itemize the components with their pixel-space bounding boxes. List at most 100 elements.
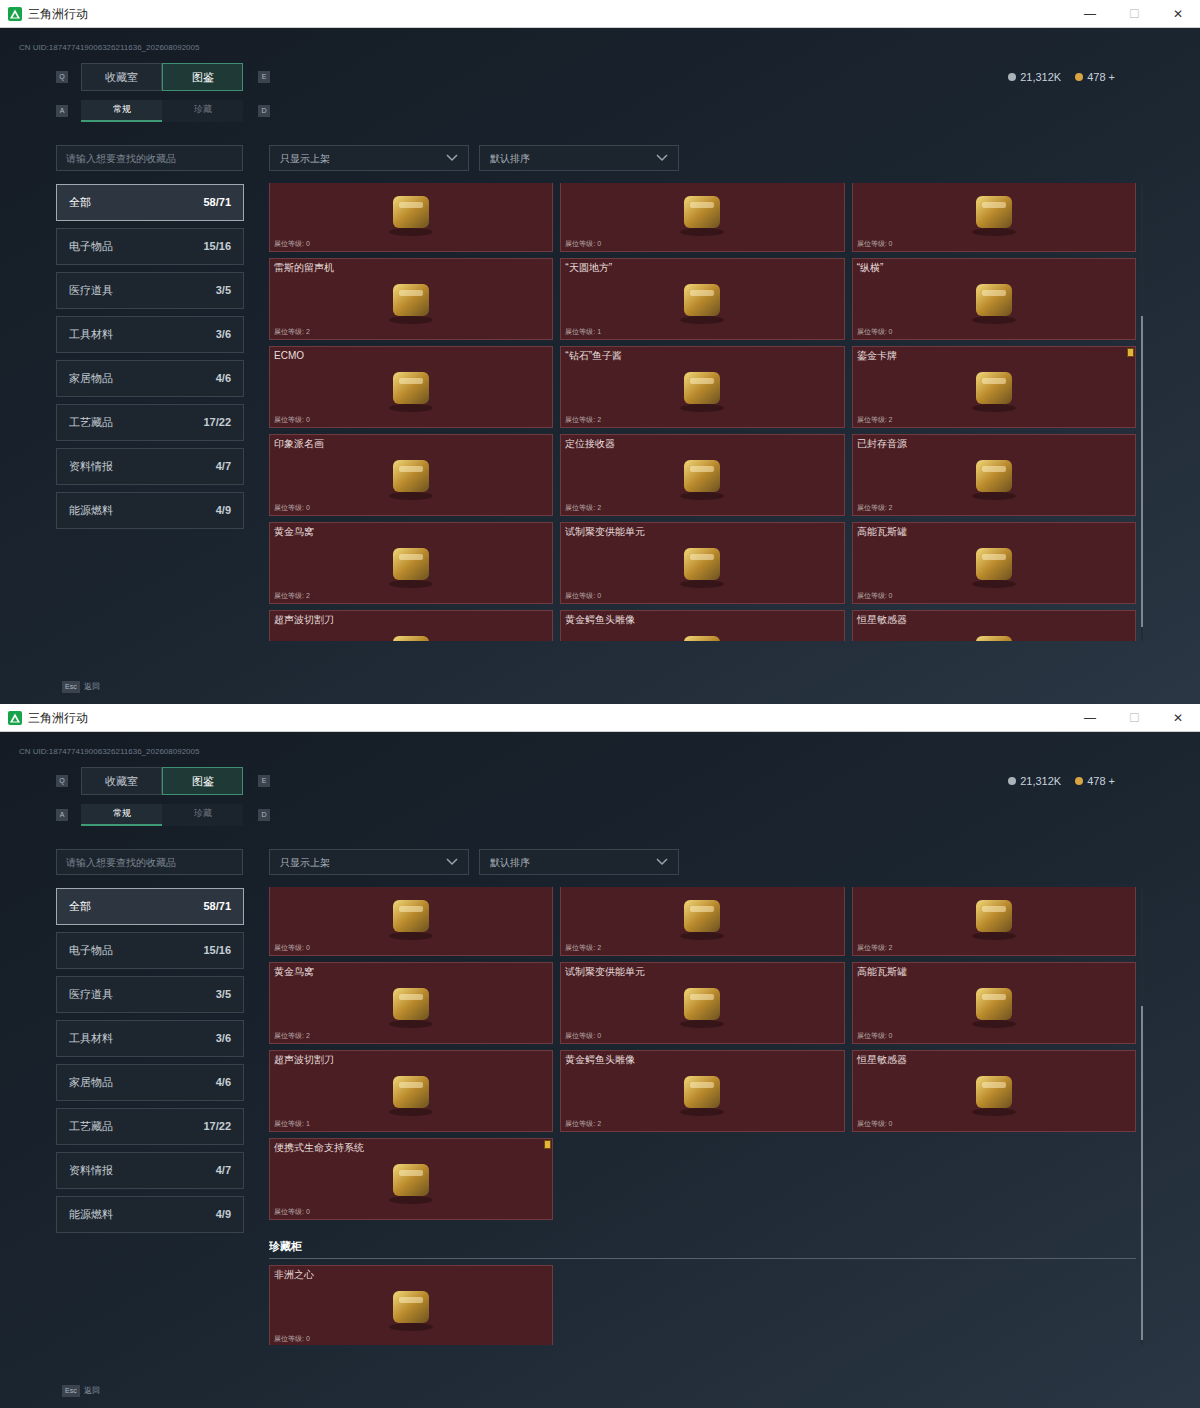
collection-card[interactable]: 展位等级: 2 xyxy=(560,887,844,956)
collection-card[interactable]: 高能瓦斯罐展位等级: 0 xyxy=(852,962,1136,1044)
collection-card[interactable]: 展位等级: 0 xyxy=(269,887,553,956)
top-tab[interactable]: 收藏室 xyxy=(81,767,162,795)
sidebar-item[interactable]: 医疗道具3/5 xyxy=(56,976,244,1013)
filter-dropdown[interactable]: 只显示上架 xyxy=(269,145,469,171)
item-image-icon xyxy=(962,540,1026,590)
back-button[interactable]: 返回 xyxy=(84,1385,100,1397)
item-image-icon xyxy=(670,980,734,1030)
scrollbar[interactable] xyxy=(1141,183,1143,641)
card-name: “天圆地方” xyxy=(561,259,843,275)
category-sidebar: 全部58/71 电子物品15/16 医疗道具3/5 工具材料3/6 家居物品4/6 工艺藏… xyxy=(56,183,244,641)
collection-card[interactable]: 试制聚变供能单元展位等级: 0 xyxy=(560,962,844,1044)
search-field[interactable]: 请输入想要查找的收藏品 xyxy=(56,849,243,875)
sidebar-item[interactable]: 能源燃料4/9 xyxy=(56,492,244,529)
window-control[interactable]: — xyxy=(1068,704,1112,732)
item-image-icon xyxy=(379,540,443,590)
collection-card[interactable]: 黄金鸟窝展位等级: 2 xyxy=(269,962,553,1044)
sidebar-item[interactable]: 全部58/71 xyxy=(56,888,244,925)
card-level: 展位等级: 2 xyxy=(270,327,552,339)
collection-card[interactable]: 展位等级: 0 xyxy=(852,183,1136,252)
sidebar-item[interactable]: 能源燃料4/9 xyxy=(56,1196,244,1233)
collection-card[interactable]: 超声波切割刀 xyxy=(269,610,553,641)
card-level: 展位等级: 2 xyxy=(561,415,843,427)
sidebar-item[interactable]: 家居物品4/6 xyxy=(56,360,244,397)
collection-card[interactable]: 展位等级: 0 xyxy=(560,183,844,252)
collection-card[interactable]: 便携式生命支持系统展位等级: 0 xyxy=(269,1138,553,1220)
card-name: 试制聚变供能单元 xyxy=(561,523,843,539)
item-image-icon xyxy=(962,276,1026,326)
collection-card[interactable]: 超声波切割刀展位等级: 1 xyxy=(269,1050,553,1132)
collection-card[interactable]: 已封存音源展位等级: 2 xyxy=(852,434,1136,516)
window-control[interactable]: ☐ xyxy=(1112,704,1156,732)
sidebar-item[interactable]: 电子物品15/16 xyxy=(56,228,244,265)
collection-card[interactable]: 恒星敏感器展位等级: 0 xyxy=(852,1050,1136,1132)
collection-card[interactable]: “天圆地方”展位等级: 1 xyxy=(560,258,844,340)
collection-card[interactable]: 鎏金卡牌展位等级: 2 xyxy=(852,346,1136,428)
scrollbar-thumb[interactable] xyxy=(1141,316,1143,627)
new-marker-icon xyxy=(1127,348,1134,357)
sidebar-item[interactable]: 全部58/71 xyxy=(56,184,244,221)
collection-card[interactable]: ECMO展位等级: 0 xyxy=(269,346,553,428)
item-image-icon xyxy=(379,276,443,326)
card-level: 展位等级: 2 xyxy=(270,591,552,603)
sidebar-item[interactable]: 工具材料3/6 xyxy=(56,1020,244,1057)
sub-tab[interactable]: 常规 xyxy=(81,804,162,826)
filter-dropdown[interactable]: 默认排序 xyxy=(479,849,679,875)
sidebar-item[interactable]: 工艺藏品17/22 xyxy=(56,1108,244,1145)
card-name xyxy=(270,887,552,891)
top-tab[interactable]: 图鉴 xyxy=(162,767,243,795)
sidebar-item[interactable]: 工具材料3/6 xyxy=(56,316,244,353)
card-name: 恒星敏感器 xyxy=(853,1051,1135,1067)
collection-card[interactable]: 黄金鳄鱼头雕像 xyxy=(560,610,844,641)
window-control[interactable]: ✕ xyxy=(1156,704,1200,732)
item-image-icon xyxy=(962,364,1026,414)
filter-dropdown[interactable]: 默认排序 xyxy=(479,145,679,171)
card-level: 展位等级: 0 xyxy=(853,239,1135,251)
item-image-icon xyxy=(379,980,443,1030)
scrollbar[interactable] xyxy=(1141,887,1143,1345)
scrollbar-thumb[interactable] xyxy=(1141,1006,1143,1340)
collection-card[interactable]: 印象派名画展位等级: 0 xyxy=(269,434,553,516)
search-field[interactable]: 请输入想要查找的收藏品 xyxy=(56,145,243,171)
sidebar-item[interactable]: 电子物品15/16 xyxy=(56,932,244,969)
collection-card[interactable]: 展位等级: 0 xyxy=(269,183,553,252)
sub-tab[interactable]: 常规 xyxy=(81,100,162,122)
sidebar-item[interactable]: 家居物品4/6 xyxy=(56,1064,244,1101)
filter-dropdown[interactable]: 只显示上架 xyxy=(269,849,469,875)
item-image-icon xyxy=(379,1283,443,1333)
window-control[interactable]: — xyxy=(1068,0,1112,28)
collection-card[interactable]: 黄金鸟窝展位等级: 2 xyxy=(269,522,553,604)
collection-card[interactable]: 恒星敏感器 xyxy=(852,610,1136,641)
card-level: 展位等级: 0 xyxy=(270,239,552,251)
collection-card[interactable]: 非洲之心展位等级: 0 xyxy=(269,1265,553,1346)
card-level: 展位等级: 0 xyxy=(561,1031,843,1043)
collection-card[interactable]: 高能瓦斯罐展位等级: 0 xyxy=(852,522,1136,604)
top-tab[interactable]: 收藏室 xyxy=(81,63,162,91)
window-title: 三角洲行动 xyxy=(28,5,88,23)
item-image-icon xyxy=(379,452,443,502)
card-name: 黄金鳄鱼头雕像 xyxy=(561,1051,843,1067)
back-button[interactable]: 返回 xyxy=(84,681,100,693)
window-control[interactable]: ☐ xyxy=(1112,0,1156,28)
collection-card[interactable]: 试制聚变供能单元展位等级: 0 xyxy=(560,522,844,604)
sub-tab[interactable]: 珍藏 xyxy=(162,804,243,826)
sidebar-item[interactable]: 工艺藏品17/22 xyxy=(56,404,244,441)
card-level: 展位等级: 0 xyxy=(853,327,1135,339)
collection-card[interactable]: “钻石”鱼子酱展位等级: 2 xyxy=(560,346,844,428)
collection-card[interactable]: 黄金鳄鱼头雕像展位等级: 2 xyxy=(560,1050,844,1132)
sub-tab[interactable]: 珍藏 xyxy=(162,100,243,122)
window-control[interactable]: ✕ xyxy=(1156,0,1200,28)
collection-card[interactable]: 定位接收器展位等级: 2 xyxy=(560,434,844,516)
card-level: 展位等级: 2 xyxy=(561,503,843,515)
game-screen: CN UID:187477419006326211636_20260809200… xyxy=(0,28,1200,704)
collection-card[interactable]: “纵横”展位等级: 0 xyxy=(852,258,1136,340)
sidebar-item[interactable]: 资料情报4/7 xyxy=(56,448,244,485)
top-tab[interactable]: 图鉴 xyxy=(162,63,243,91)
sidebar-item[interactable]: 资料情报4/7 xyxy=(56,1152,244,1189)
collection-card[interactable]: 雷斯的留声机展位等级: 2 xyxy=(269,258,553,340)
sidebar-item[interactable]: 医疗道具3/5 xyxy=(56,272,244,309)
collection-card[interactable]: 展位等级: 2 xyxy=(852,887,1136,956)
key-hint: D xyxy=(258,809,270,821)
item-image-icon xyxy=(670,188,734,238)
card-name: 超声波切割刀 xyxy=(270,611,552,627)
